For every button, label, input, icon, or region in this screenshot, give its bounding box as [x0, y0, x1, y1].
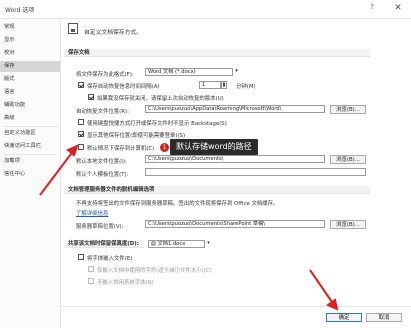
arrow-head-icon [325, 298, 339, 311]
annotation-arrows [39, 144, 339, 311]
annotation-arrow-left [39, 149, 75, 196]
annotation-arrow-right [309, 269, 335, 306]
arrow-head-icon [66, 144, 79, 157]
